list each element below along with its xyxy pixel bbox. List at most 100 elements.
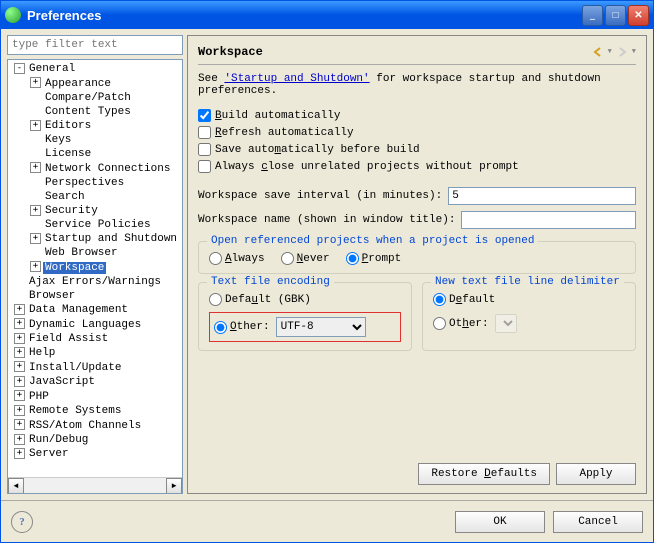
tree-item-appearance[interactable]: +Appearance — [10, 76, 180, 90]
tree-item-label: Security — [43, 205, 100, 217]
startup-shutdown-link[interactable]: 'Startup and Shutdown' — [224, 73, 369, 85]
tree-item-keys[interactable]: Keys — [10, 133, 180, 147]
tree-view: -General+Appearance Compare/Patch Content … — [7, 59, 183, 494]
tree-item-search[interactable]: Search — [10, 190, 180, 204]
horizontal-scrollbar[interactable]: ◄ ► — [8, 477, 182, 493]
scroll-right-button[interactable]: ► — [166, 478, 182, 494]
always-radio[interactable]: Always — [209, 252, 265, 265]
expand-icon[interactable]: + — [30, 233, 41, 244]
tree-item-ajax-errors-warnings[interactable]: Ajax Errors/Warnings — [10, 275, 180, 289]
delimiter-default-radio[interactable]: Default — [433, 293, 625, 306]
tree-item-javascript[interactable]: +JavaScript — [10, 375, 180, 389]
workspace-name-input[interactable] — [461, 211, 636, 229]
tree-item-run-debug[interactable]: +Run/Debug — [10, 433, 180, 447]
expand-icon[interactable]: + — [14, 434, 25, 445]
delimiter-other-radio[interactable]: Other: — [433, 317, 489, 330]
expand-icon[interactable]: + — [14, 376, 25, 387]
tree-item-label: Perspectives — [43, 177, 126, 189]
tree-item-field-assist[interactable]: +Field Assist — [10, 332, 180, 346]
encoding-select[interactable]: UTF-8 — [276, 317, 366, 337]
refresh-auto-checkbox[interactable] — [198, 126, 211, 139]
expand-icon[interactable]: + — [30, 77, 41, 88]
tree-item-editors[interactable]: +Editors — [10, 119, 180, 133]
tree-item-startup-and-shutdown[interactable]: +Startup and Shutdown — [10, 232, 180, 246]
tree-item-label: Content Types — [43, 106, 133, 118]
expand-icon[interactable]: + — [30, 205, 41, 216]
apply-button[interactable]: Apply — [556, 463, 636, 485]
scroll-left-button[interactable]: ◄ — [8, 478, 24, 494]
expand-icon[interactable]: + — [14, 347, 25, 358]
maximize-button[interactable]: □ — [605, 5, 626, 26]
encoding-group: Text file encoding Default (GBK) Other: … — [198, 282, 412, 351]
expand-icon[interactable]: + — [14, 405, 25, 416]
tree-item-general[interactable]: -General — [10, 62, 180, 76]
encoding-default-radio[interactable]: Default (GBK) — [209, 293, 401, 306]
expand-icon[interactable]: + — [14, 390, 25, 401]
tree-item-service-policies[interactable]: Service Policies — [10, 218, 180, 232]
expand-icon[interactable]: + — [30, 120, 41, 131]
tree-item-security[interactable]: +Security — [10, 204, 180, 218]
encoding-other-radio[interactable]: Other: — [214, 321, 270, 334]
expand-icon[interactable]: + — [14, 333, 25, 344]
expand-icon[interactable]: + — [30, 162, 41, 173]
back-button[interactable] — [589, 44, 607, 60]
tree-item-server[interactable]: +Server — [10, 447, 180, 461]
expand-icon[interactable]: + — [14, 448, 25, 459]
save-auto-checkbox[interactable] — [198, 143, 211, 156]
tree-item-compare-patch[interactable]: Compare/Patch — [10, 91, 180, 105]
build-auto-checkbox[interactable] — [198, 109, 211, 122]
cancel-button[interactable]: Cancel — [553, 511, 643, 533]
filter-input[interactable] — [7, 35, 183, 55]
delimiter-group: New text file line delimiter Default Oth… — [422, 282, 636, 351]
tree-item-label: Editors — [43, 120, 93, 132]
tree-item-content-types[interactable]: Content Types — [10, 105, 180, 119]
tree-item-workspace[interactable]: +Workspace — [10, 260, 180, 274]
expand-icon[interactable]: + — [14, 361, 25, 372]
expand-icon[interactable]: - — [14, 63, 25, 74]
minimize-button[interactable]: _ — [582, 5, 603, 26]
tree-item-install-update[interactable]: +Install/Update — [10, 360, 180, 374]
expand-icon[interactable]: + — [30, 261, 41, 272]
titlebar: Preferences _ □ ✕ — [1, 1, 653, 29]
app-icon — [5, 7, 21, 23]
tree-item-browser[interactable]: Browser — [10, 289, 180, 303]
close-unrelated-checkbox[interactable] — [198, 160, 211, 173]
restore-defaults-button[interactable]: Restore Defaults — [418, 463, 550, 485]
dialog-footer: ? OK Cancel — [1, 500, 653, 542]
never-radio[interactable]: Never — [281, 252, 330, 265]
delimiter-select[interactable] — [495, 314, 517, 333]
tree-item-label: Workspace — [43, 262, 106, 274]
delimiter-title: New text file line delimiter — [431, 276, 624, 288]
prompt-radio[interactable]: Prompt — [346, 252, 402, 265]
expand-icon[interactable]: + — [14, 318, 25, 329]
tree-item-remote-systems[interactable]: +Remote Systems — [10, 404, 180, 418]
open-referenced-title: Open referenced projects when a project … — [207, 235, 538, 247]
tree-item-license[interactable]: License — [10, 147, 180, 161]
tree-item-label: Keys — [43, 134, 73, 146]
encoding-title: Text file encoding — [207, 276, 334, 288]
tree-item-rss-atom-channels[interactable]: +RSS/Atom Channels — [10, 418, 180, 432]
description: See 'Startup and Shutdown' for workspace… — [198, 73, 636, 97]
tree-item-perspectives[interactable]: Perspectives — [10, 176, 180, 190]
save-interval-input[interactable] — [448, 187, 636, 205]
tree-item-php[interactable]: +PHP — [10, 389, 180, 403]
tree-item-label: RSS/Atom Channels — [27, 420, 143, 432]
forward-button[interactable] — [613, 44, 631, 60]
nav-dropdown-2[interactable]: ▼ — [632, 48, 636, 56]
save-interval-label: Workspace save interval (in minutes): — [198, 190, 442, 202]
left-panel: -General+Appearance Compare/Patch Content … — [7, 35, 183, 494]
tree-item-help[interactable]: +Help — [10, 346, 180, 360]
tree-item-data-management[interactable]: +Data Management — [10, 303, 180, 317]
help-icon[interactable]: ? — [11, 511, 33, 533]
tree-item-label: PHP — [27, 391, 51, 403]
tree-item-label: Compare/Patch — [43, 92, 133, 104]
nav-dropdown-1[interactable]: ▼ — [608, 48, 612, 56]
tree-item-dynamic-languages[interactable]: +Dynamic Languages — [10, 317, 180, 331]
ok-button[interactable]: OK — [455, 511, 545, 533]
expand-icon[interactable]: + — [14, 419, 25, 430]
close-button[interactable]: ✕ — [628, 5, 649, 26]
expand-icon[interactable]: + — [14, 304, 25, 315]
tree-item-network-connections[interactable]: +Network Connections — [10, 161, 180, 175]
tree-item-web-browser[interactable]: Web Browser — [10, 246, 180, 260]
tree-item-label: License — [43, 148, 93, 160]
